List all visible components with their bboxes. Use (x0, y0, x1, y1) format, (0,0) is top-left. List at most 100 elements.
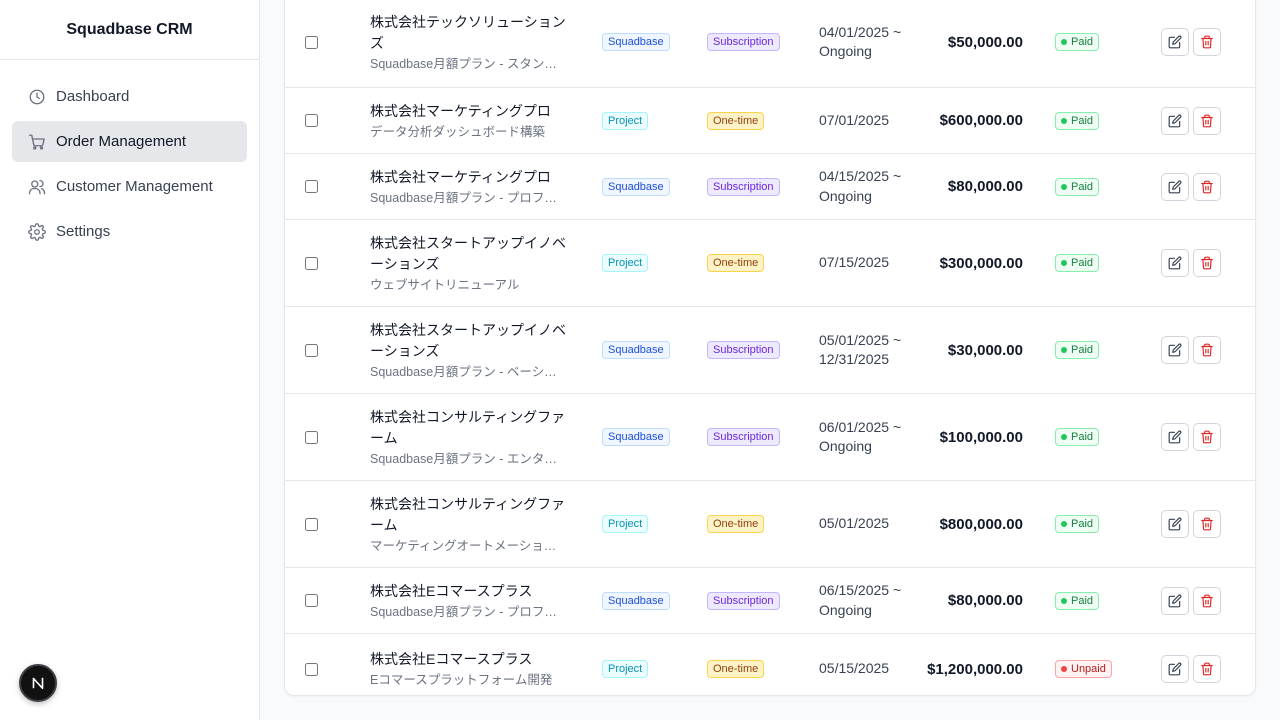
contract-period: 04/15/2025 ~ Ongoing (819, 168, 902, 204)
contract-period: 07/01/2025 (819, 111, 890, 128)
sidebar-item-settings[interactable]: Settings (12, 211, 247, 252)
row-checkbox[interactable] (305, 256, 318, 270)
order-amount: $100,000.00 (939, 428, 1023, 446)
edit-icon (1168, 256, 1182, 270)
table-row: 株式会社テックソリューションズ Squadbase月額プラン - スタンダ...… (285, 0, 1255, 88)
product-name: Squadbase月額プラン - プロフェ... (370, 190, 565, 205)
status-dot (1061, 183, 1067, 190)
delete-button[interactable] (1193, 249, 1221, 277)
status-dot (1061, 117, 1067, 124)
row-checkbox[interactable] (305, 343, 318, 357)
delete-button[interactable] (1193, 423, 1221, 451)
sidebar-item-customer-management[interactable]: Customer Management (12, 166, 247, 207)
row-checkbox[interactable] (305, 517, 318, 531)
edit-button[interactable] (1161, 655, 1189, 683)
billing-badge: One-time (707, 515, 765, 533)
contract-period: 06/01/2025 ~ Ongoing (819, 418, 902, 455)
sidebar: Squadbase CRM Dashboard Order Management… (0, 0, 260, 720)
row-checkbox[interactable] (305, 35, 318, 49)
sidebar-item-label: Order Management (56, 133, 187, 150)
row-checkbox[interactable] (305, 430, 318, 444)
order-amount: $50,000.00 (947, 33, 1023, 51)
row-checkbox[interactable] (305, 114, 318, 127)
status-dot (1061, 597, 1067, 604)
edit-icon (1168, 594, 1182, 607)
status-dot (1061, 666, 1067, 672)
type-badge: Project (602, 111, 649, 130)
order-amount: $80,000.00 (947, 592, 1023, 609)
customer-name: 株式会社スタートアップイノベーションズ (370, 321, 566, 359)
order-amount: $600,000.00 (939, 112, 1023, 129)
edit-button[interactable] (1161, 586, 1189, 615)
billing-badge: Subscription (707, 33, 780, 51)
billing-badge: Subscription (707, 591, 780, 610)
orders-table: 株式会社テックソリューションズ Squadbase月額プラン - スタンダ...… (284, 0, 1256, 696)
status-label: Paid (1071, 594, 1094, 607)
contract-period: 06/15/2025 ~ Ongoing (819, 582, 902, 618)
edit-button[interactable] (1161, 423, 1189, 451)
delete-button[interactable] (1193, 336, 1221, 364)
trash-icon (1201, 114, 1213, 127)
status-label: Paid (1071, 257, 1094, 269)
edit-button[interactable] (1161, 249, 1189, 277)
status-badge: Paid (1055, 428, 1100, 446)
status-dot (1061, 39, 1067, 45)
status-badge: Paid (1055, 33, 1100, 51)
row-checkbox[interactable] (305, 594, 318, 607)
status-badge: Paid (1055, 515, 1100, 533)
table-row: 株式会社スタートアップイノベーションズ ウェブサイトリニューアル Project… (285, 220, 1255, 307)
billing-badge: Subscription (707, 341, 780, 359)
contract-period: 07/15/2025 (819, 254, 890, 271)
status-badge: Unpaid (1055, 660, 1112, 678)
contract-period: 04/01/2025 ~ Ongoing (819, 23, 902, 60)
customer-name: 株式会社コンサルティングファーム (370, 495, 566, 533)
edit-icon (1168, 343, 1182, 357)
status-dot (1061, 434, 1067, 440)
edit-button[interactable] (1161, 172, 1189, 201)
status-label: Paid (1071, 431, 1094, 443)
status-label: Unpaid (1071, 663, 1106, 675)
edit-icon (1168, 180, 1182, 193)
delete-button[interactable] (1193, 106, 1221, 135)
contract-period: 05/01/2025 ~ 12/31/2025 (819, 331, 902, 368)
contract-period: 05/01/2025 (819, 515, 890, 532)
row-checkbox[interactable] (305, 662, 318, 676)
cart-icon (28, 133, 46, 151)
delete-button[interactable] (1193, 586, 1221, 615)
nextjs-dev-badge[interactable] (19, 664, 57, 702)
billing-badge: One-time (707, 254, 765, 272)
customer-name: 株式会社マーケティングプロ (370, 168, 551, 185)
sidebar-item-label: Customer Management (56, 178, 213, 195)
gear-icon (28, 222, 46, 241)
status-badge: Paid (1055, 177, 1100, 196)
status-label: Paid (1071, 344, 1094, 356)
status-label: Paid (1071, 518, 1094, 530)
delete-button[interactable] (1193, 655, 1221, 683)
billing-badge: One-time (707, 111, 765, 130)
sidebar-item-dashboard[interactable]: Dashboard (12, 76, 247, 117)
delete-button[interactable] (1193, 510, 1221, 538)
sidebar-item-order-management[interactable]: Order Management (12, 121, 247, 162)
delete-button[interactable] (1193, 28, 1221, 56)
sidebar-item-label: Settings (56, 223, 111, 240)
type-badge: Squadbase (602, 33, 670, 51)
edit-button[interactable] (1161, 28, 1189, 56)
product-name: データ分析ダッシュボード構築 (370, 124, 546, 139)
type-badge: Squadbase (602, 341, 670, 359)
product-name: マーケティングオートメーション... (370, 538, 565, 553)
row-checkbox[interactable] (305, 180, 318, 193)
type-badge: Project (602, 254, 649, 272)
status-badge: Paid (1055, 341, 1100, 359)
customer-name: 株式会社Eコマースプラス (370, 651, 533, 667)
status-label: Paid (1071, 180, 1094, 193)
status-badge: Paid (1055, 254, 1100, 272)
edit-button[interactable] (1161, 510, 1189, 538)
trash-icon (1201, 256, 1213, 270)
trash-icon (1201, 517, 1213, 531)
status-label: Paid (1071, 114, 1094, 127)
edit-button[interactable] (1161, 336, 1189, 364)
edit-button[interactable] (1161, 106, 1189, 135)
customer-name: 株式会社Eコマースプラス (370, 582, 533, 599)
order-amount: $300,000.00 (939, 254, 1023, 272)
delete-button[interactable] (1193, 172, 1221, 201)
